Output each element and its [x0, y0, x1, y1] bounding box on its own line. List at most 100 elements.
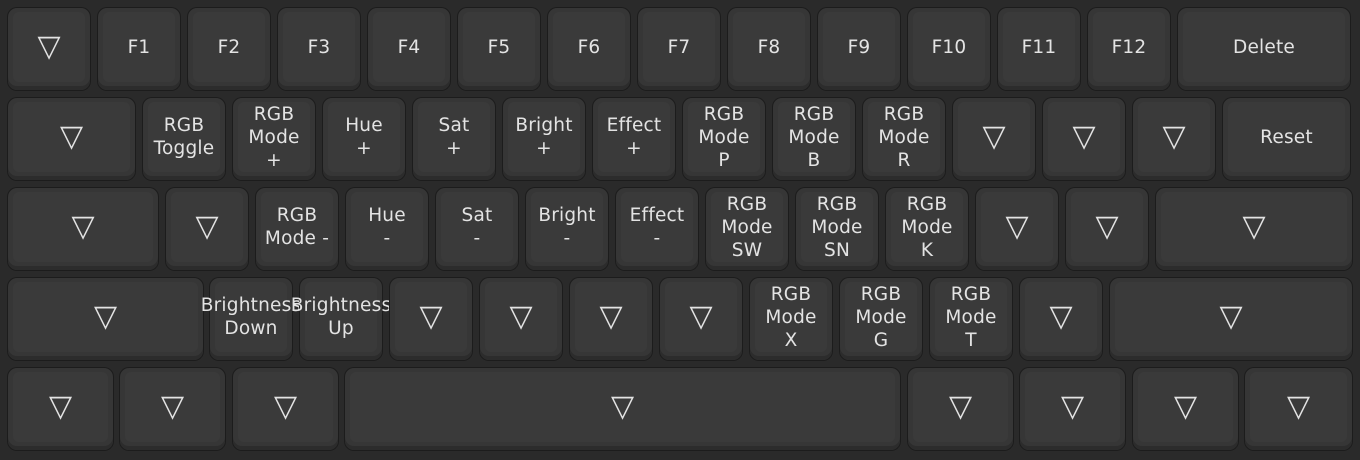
key-f2[interactable]: F2: [188, 8, 270, 90]
transparent-triangle-icon: ▽: [509, 299, 533, 334]
key-sat[interactable]: Sat +: [413, 98, 495, 180]
key-f6[interactable]: F6: [548, 8, 630, 90]
key-transparent[interactable]: ▽: [8, 8, 90, 90]
key-f1[interactable]: F1: [98, 8, 180, 90]
key-transparent[interactable]: ▽: [976, 188, 1058, 270]
key-label: RGB Mode P: [698, 103, 750, 171]
key-label: Effect +: [606, 115, 662, 159]
key-rgb-mode-t[interactable]: RGB Mode T: [930, 278, 1012, 360]
key-label: F3: [307, 36, 331, 58]
key-transparent[interactable]: ▽: [120, 368, 225, 450]
transparent-triangle-icon: ▽: [419, 299, 443, 334]
key-hue[interactable]: Hue +: [323, 98, 405, 180]
transparent-triangle-icon: ▽: [948, 389, 973, 424]
key-effect[interactable]: Effect -: [616, 188, 698, 270]
key-rgb-mode-k[interactable]: RGB Mode K: [886, 188, 968, 270]
key-transparent[interactable]: ▽: [8, 278, 203, 360]
key-f11[interactable]: F11: [998, 8, 1080, 90]
transparent-triangle-icon: ▽: [1049, 299, 1073, 334]
key-label: RGB Mode T: [945, 283, 997, 351]
key-transparent[interactable]: ▽: [1133, 368, 1238, 450]
key-label: RGB Toggle: [153, 115, 215, 159]
key-label: RGB Mode R: [878, 103, 930, 171]
transparent-triangle-icon: ▽: [599, 299, 623, 334]
key-label: F2: [217, 36, 241, 58]
key-label: Brightness Up: [290, 295, 392, 339]
key-transparent[interactable]: ▽: [570, 278, 652, 360]
key-rgb-mode-p[interactable]: RGB Mode P: [683, 98, 765, 180]
key-label: Sat -: [461, 205, 493, 249]
key-bright[interactable]: Bright +: [503, 98, 585, 180]
key-transparent[interactable]: ▽: [660, 278, 742, 360]
key-label: Reset: [1260, 126, 1313, 148]
key-label: Bright -: [538, 205, 596, 249]
key-rgb-mode-b[interactable]: RGB Mode B: [773, 98, 855, 180]
transparent-triangle-icon: ▽: [1072, 119, 1096, 154]
key-transparent[interactable]: ▽: [1020, 278, 1102, 360]
key-bright[interactable]: Bright -: [526, 188, 608, 270]
key-label: Hue +: [345, 115, 383, 159]
key-brightness-up[interactable]: Brightness Up: [291, 278, 391, 360]
key-rgb-mode-g[interactable]: RGB Mode G: [840, 278, 922, 360]
key-rgb-mode-sw[interactable]: RGB Mode SW: [706, 188, 788, 270]
key-label: Bright +: [515, 115, 573, 159]
key-label: RGB Mode G: [855, 283, 907, 351]
key-reset[interactable]: Reset: [1223, 98, 1350, 180]
key-label: RGB Mode X: [765, 283, 817, 351]
transparent-triangle-icon: ▽: [71, 209, 95, 244]
key-transparent[interactable]: ▽: [1066, 188, 1148, 270]
key-transparent[interactable]: ▽: [8, 188, 158, 270]
key-transparent[interactable]: ▽: [166, 188, 248, 270]
key-rgb-mode[interactable]: RGB Mode +: [233, 98, 315, 180]
key-transparent[interactable]: ▽: [1043, 98, 1125, 180]
key-transparent[interactable]: ▽: [1133, 98, 1215, 180]
key-label: RGB Mode SN: [811, 193, 863, 261]
key-f10[interactable]: F10: [908, 8, 990, 90]
key-transparent[interactable]: ▽: [1020, 368, 1125, 450]
transparent-triangle-icon: ▽: [93, 299, 118, 334]
key-transparent[interactable]: ▽: [233, 368, 338, 450]
key-transparent[interactable]: ▽: [390, 278, 472, 360]
key-sat[interactable]: Sat -: [436, 188, 518, 270]
key-label: Sat +: [438, 115, 470, 159]
key-f4[interactable]: F4: [368, 8, 450, 90]
key-effect[interactable]: Effect +: [593, 98, 675, 180]
key-transparent[interactable]: ▽: [1245, 368, 1352, 450]
transparent-triangle-icon: ▽: [273, 389, 298, 424]
transparent-triangle-icon: ▽: [1162, 119, 1186, 154]
key-f5[interactable]: F5: [458, 8, 540, 90]
key-label: Delete: [1233, 36, 1295, 58]
key-brightness-down[interactable]: Brightness Down: [201, 278, 301, 360]
key-label: RGB Mode B: [788, 103, 840, 171]
key-delete[interactable]: Delete: [1178, 8, 1350, 90]
key-f7[interactable]: F7: [638, 8, 720, 90]
key-rgb-mode-sn[interactable]: RGB Mode SN: [796, 188, 878, 270]
key-rgb-mode[interactable]: RGB Mode -: [256, 188, 338, 270]
transparent-triangle-icon: ▽: [1242, 209, 1266, 244]
key-transparent[interactable]: ▽: [8, 98, 135, 180]
key-label: F5: [487, 36, 511, 58]
transparent-triangle-icon: ▽: [195, 209, 219, 244]
key-f9[interactable]: F9: [818, 8, 900, 90]
key-label: RGB Mode SW: [721, 193, 773, 261]
key-f12[interactable]: F12: [1088, 8, 1170, 90]
key-transparent[interactable]: ▽: [345, 368, 900, 450]
key-hue[interactable]: Hue -: [346, 188, 428, 270]
key-transparent[interactable]: ▽: [908, 368, 1013, 450]
key-rgb-mode-x[interactable]: RGB Mode X: [750, 278, 832, 360]
key-label: RGB Mode +: [248, 103, 300, 171]
key-label: F8: [757, 36, 781, 58]
key-label: RGB Mode K: [901, 193, 953, 261]
key-transparent[interactable]: ▽: [1156, 188, 1352, 270]
transparent-triangle-icon: ▽: [1286, 389, 1311, 424]
key-rgb-toggle[interactable]: RGB Toggle: [143, 98, 225, 180]
key-f3[interactable]: F3: [278, 8, 360, 90]
key-f8[interactable]: F8: [728, 8, 810, 90]
key-transparent[interactable]: ▽: [8, 368, 113, 450]
key-rgb-mode-r[interactable]: RGB Mode R: [863, 98, 945, 180]
key-label: F12: [1111, 36, 1147, 58]
key-transparent[interactable]: ▽: [1110, 278, 1352, 360]
key-label: F9: [847, 36, 871, 58]
key-transparent[interactable]: ▽: [953, 98, 1035, 180]
key-transparent[interactable]: ▽: [480, 278, 562, 360]
